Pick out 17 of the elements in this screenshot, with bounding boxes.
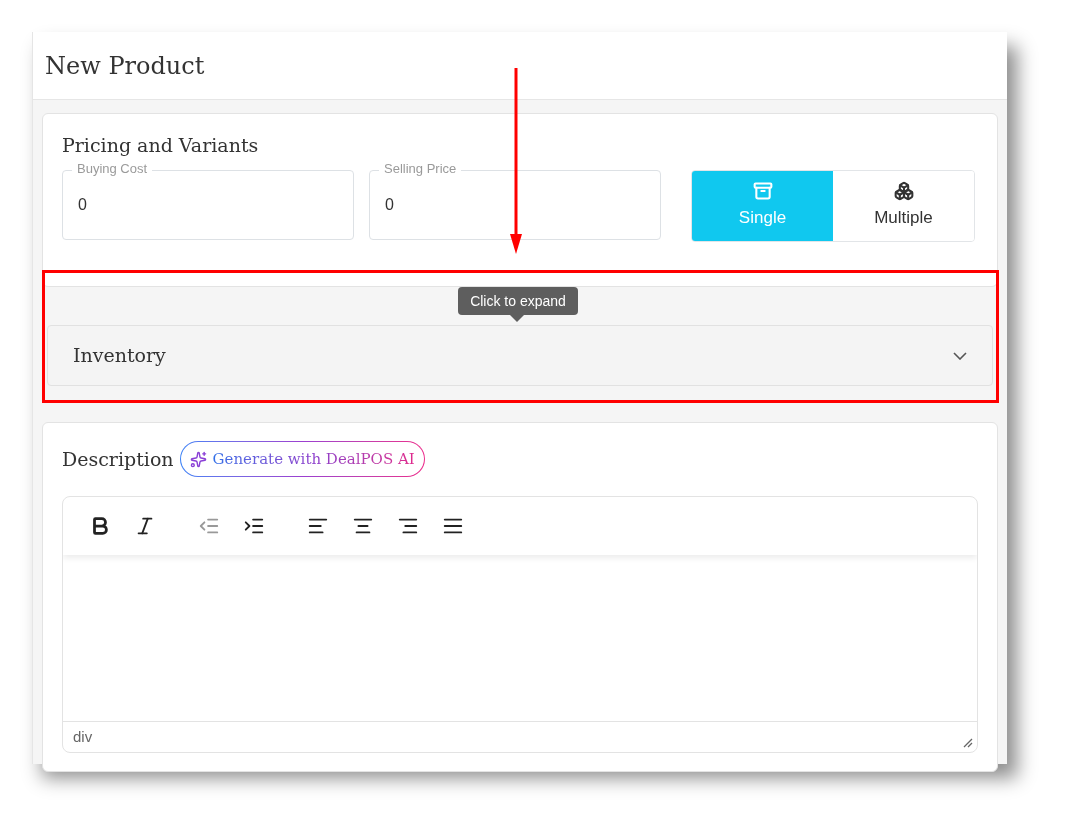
element-path: div — [73, 726, 93, 747]
box-icon — [752, 181, 773, 202]
tooltip: Click to expand — [458, 287, 578, 315]
ai-generate-button[interactable]: Generate with DealPOS AI — [179, 441, 425, 477]
field-value: 0 — [78, 195, 87, 215]
section-title: Pricing and Variants — [62, 133, 259, 158]
page-title: New Product — [45, 50, 205, 82]
tooltip-pointer-icon — [510, 315, 524, 322]
section-title: Description — [62, 446, 174, 472]
resize-handle-icon — [963, 738, 973, 748]
field-label: Buying Cost — [72, 161, 153, 177]
inventory-accordion[interactable]: Inventory — [47, 325, 993, 386]
field-label: Selling Price — [379, 161, 462, 177]
sparkle-icon — [189, 450, 207, 468]
boxes-icon — [893, 181, 914, 202]
field-value: 0 — [385, 195, 394, 215]
chevron-down-icon — [953, 351, 967, 360]
